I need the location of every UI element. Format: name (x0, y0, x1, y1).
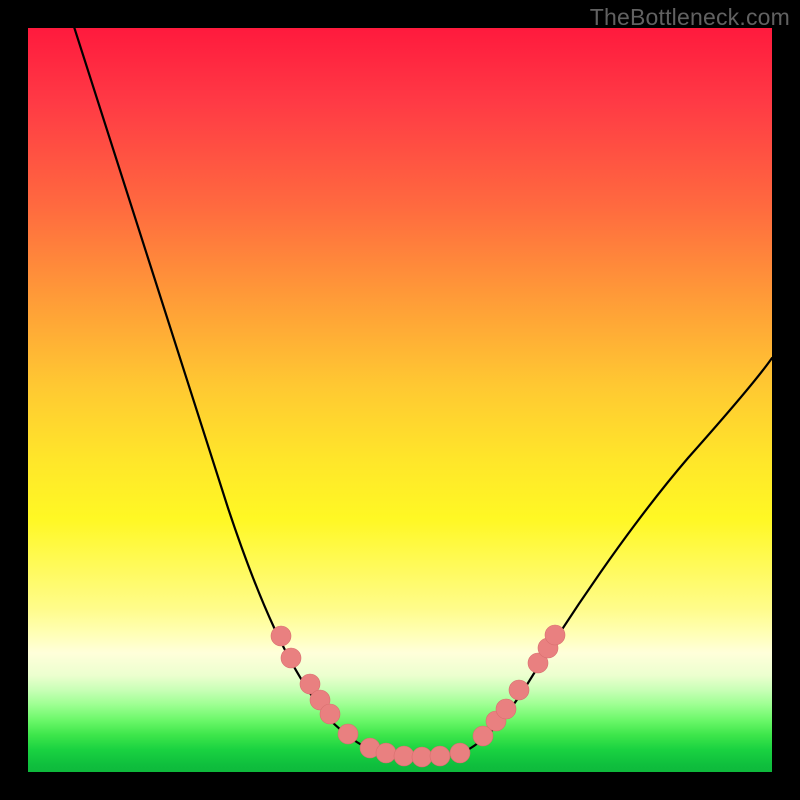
marker (271, 626, 291, 646)
marker (412, 747, 432, 767)
marker (509, 680, 529, 700)
marker (450, 743, 470, 763)
marker (320, 704, 340, 724)
marker (430, 746, 450, 766)
markers-group (271, 625, 565, 767)
marker (338, 724, 358, 744)
marker (394, 746, 414, 766)
marker (376, 743, 396, 763)
left-curve (68, 28, 388, 754)
right-curve (458, 358, 772, 754)
marker (496, 699, 516, 719)
marker (545, 625, 565, 645)
chart-svg (28, 28, 772, 772)
watermark-text: TheBottleneck.com (590, 4, 790, 31)
marker (281, 648, 301, 668)
plot-area (28, 28, 772, 772)
outer-frame: TheBottleneck.com (0, 0, 800, 800)
